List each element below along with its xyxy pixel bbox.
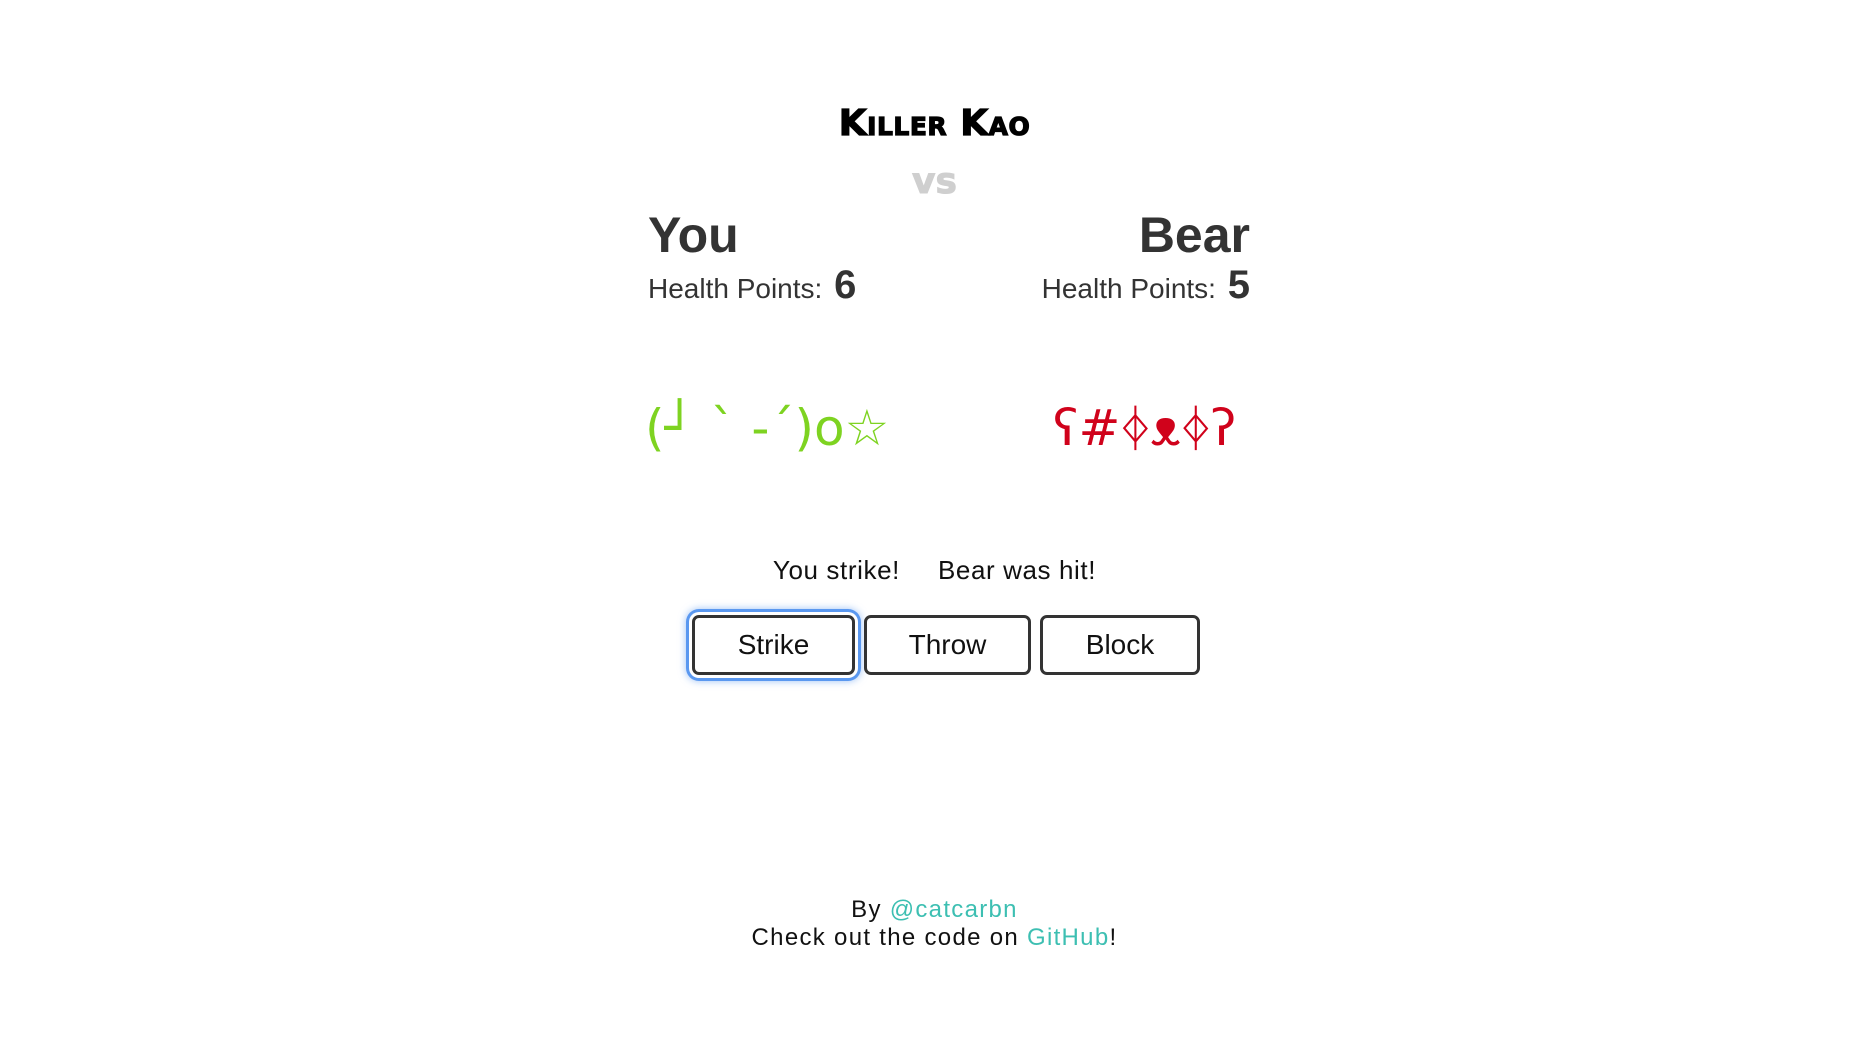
action-buttons: Strike Throw Block <box>692 615 1200 675</box>
player-hp-value: 6 <box>834 263 857 307</box>
footer-code: Check out the code on GitHub! <box>0 924 1869 952</box>
game-title: Killer Kao <box>838 103 1031 144</box>
throw-button[interactable]: Throw <box>864 615 1031 675</box>
opponent-result-message: Bear was hit! <box>937 555 1097 585</box>
opponent-kaomoji: ʕ#ᛄᴥᛄʔ <box>1053 399 1237 457</box>
player-health: Health Points: 6 <box>648 265 908 309</box>
battle-log: You strike! Bear was hit! <box>0 552 1869 588</box>
github-link[interactable]: GitHub <box>1027 924 1110 951</box>
player-kaomoji: (┘ ` -´)o☆ <box>645 399 890 457</box>
player-panel: You Health Points: 6 <box>648 205 908 309</box>
footer-credit: By @catcarbn <box>0 896 1869 924</box>
opponent-hp-value: 5 <box>1227 263 1250 307</box>
footer: By @catcarbn Check out the code on GitHu… <box>0 896 1869 952</box>
opponent-name: Bear <box>1138 207 1250 263</box>
footer-code-label: Check out the code on <box>751 924 1020 951</box>
opponent-hp-label: Health Points: <box>1041 273 1216 304</box>
block-button[interactable]: Block <box>1040 615 1200 675</box>
player-action-message: You strike! <box>772 555 900 585</box>
player-hp-label: Health Points: <box>648 273 823 304</box>
game-screen: Killer Kao vs You Health Points: 6 Bear … <box>0 0 1869 1042</box>
vs-label: vs <box>912 161 958 202</box>
author-link[interactable]: @catcarbn <box>890 896 1018 923</box>
footer-code-suffix: ! <box>1109 924 1118 951</box>
opponent-health: Health Points: 5 <box>990 265 1250 309</box>
strike-button[interactable]: Strike <box>692 615 855 675</box>
player-name: You <box>648 207 739 263</box>
footer-by-label: By <box>851 896 882 923</box>
opponent-panel: Bear Health Points: 5 <box>990 205 1250 309</box>
